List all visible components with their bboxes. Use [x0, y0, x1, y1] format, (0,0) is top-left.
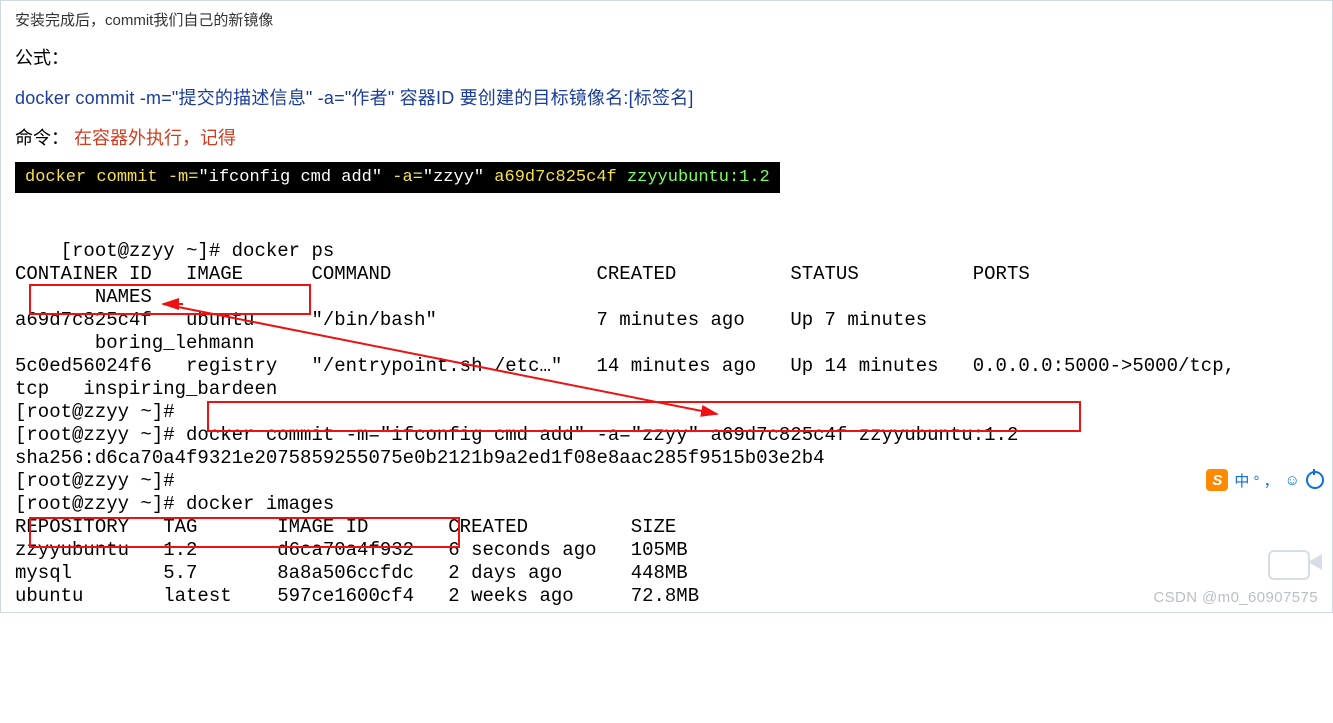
cmd-line: 命令： 在容器外执行，记得 — [15, 124, 1324, 150]
terminal-text: [root@zzyy ~]# docker ps CONTAINER ID IM… — [15, 240, 1235, 607]
ime-status-text: 中 ° ， — [1234, 470, 1278, 491]
page: 安装完成后，commit我们自己的新镜像 公式： docker commit -… — [0, 0, 1333, 613]
cmd-seg-6: zzyyubuntu:1.2 — [627, 168, 770, 187]
sogou-ime-icon[interactable]: S — [1206, 469, 1228, 491]
cmd-seg-1: docker commit -m= — [25, 168, 198, 187]
intro-note: 安装完成后，commit我们自己的新镜像 — [15, 9, 1324, 30]
formula-label: 公式： — [15, 44, 1324, 70]
mic-icon[interactable] — [1306, 471, 1324, 489]
terminal-output: [root@zzyy ~]# docker ps CONTAINER ID IM… — [15, 217, 1324, 723]
camcorder-icon — [1268, 544, 1322, 578]
formula-line: docker commit -m="提交的描述信息" -a="作者" 容器ID … — [15, 84, 1324, 110]
cmd-seg-2: "ifconfig cmd add" — [198, 168, 382, 187]
ime-toolbar[interactable]: S 中 ° ， ☺ — [1206, 469, 1324, 491]
cmd-note-red: 在容器外执行，记得 — [74, 128, 236, 148]
watermark-text: CSDN @m0_60907575 — [1153, 589, 1318, 606]
smiley-icon[interactable]: ☺ — [1285, 472, 1300, 489]
highlighted-command: docker commit -m="ifconfig cmd add" -a="… — [15, 162, 780, 193]
cmd-seg-3: -a= — [382, 168, 423, 187]
cmd-label: 命令： — [15, 128, 69, 148]
cmd-seg-4: "zzyy" — [423, 168, 484, 187]
cmd-seg-5: a69d7c825c4f — [484, 168, 627, 187]
